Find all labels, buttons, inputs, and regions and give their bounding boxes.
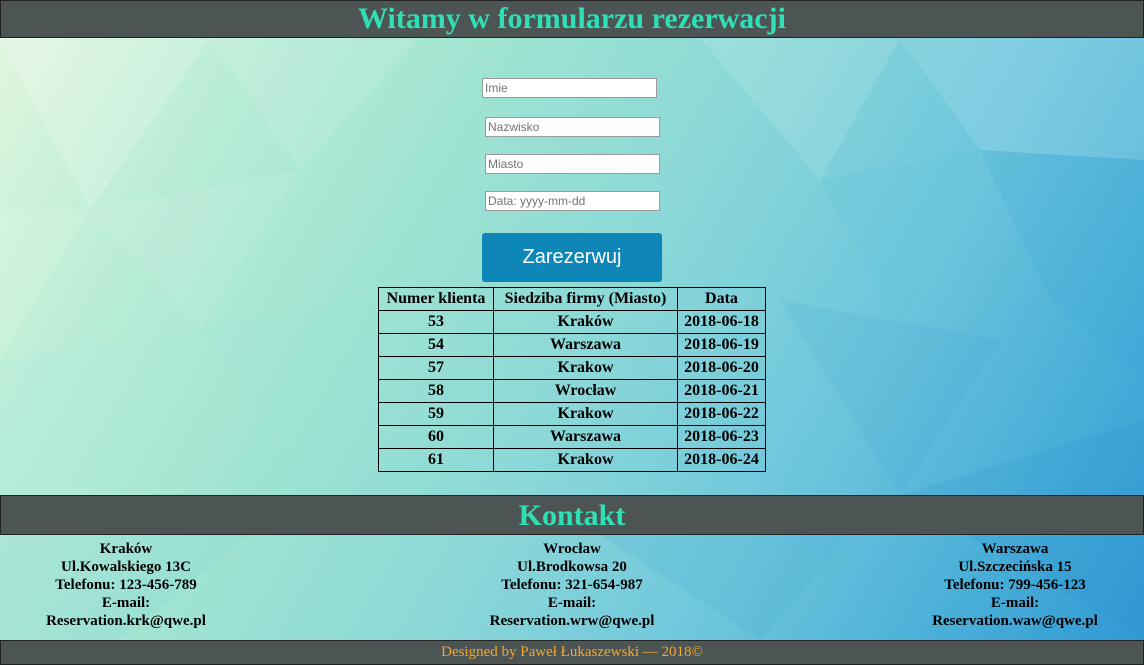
contact-address: Ul.Szczecińska 15: [958, 559, 1072, 575]
miasto-input[interactable]: [485, 154, 660, 174]
imie-input[interactable]: [482, 78, 657, 98]
table-row: 58 Wrocław 2018-06-21: [378, 379, 766, 403]
contact-wroclaw: Wrocław Ul.Brodkowsa 20 Telefonu: 321-65…: [452, 540, 692, 630]
cell-data: 2018-06-20: [677, 356, 766, 380]
contact-phone: Telefonu: 321-654-987: [501, 577, 643, 593]
table-row: 54 Warszawa 2018-06-19: [378, 333, 766, 357]
cell-data: 2018-06-18: [677, 310, 766, 334]
cell-numer-klienta: 60: [378, 425, 494, 449]
column-header-siedziba: Siedziba firmy (Miasto): [493, 287, 678, 311]
cell-numer-klienta: 53: [378, 310, 494, 334]
table-row: 60 Warszawa 2018-06-23: [378, 425, 766, 449]
page-title: Witamy w formularzu rezerwacji: [358, 2, 786, 35]
cell-siedziba: Kraków: [493, 310, 678, 334]
contact-email-label: E-mail:: [547, 595, 597, 611]
header-bar: Witamy w formularzu rezerwacji: [0, 0, 1144, 38]
cell-siedziba: Krakow: [493, 402, 678, 426]
cell-siedziba: Krakow: [493, 356, 678, 380]
table-row: 53 Kraków 2018-06-18: [378, 310, 766, 334]
contact-phone: Telefonu: 799-456-123: [944, 577, 1086, 593]
cell-siedziba: Warszawa: [493, 425, 678, 449]
table-header-row: Numer klienta Siedziba firmy (Miasto) Da…: [378, 287, 766, 311]
cell-numer-klienta: 58: [378, 379, 494, 403]
cell-data: 2018-06-22: [677, 402, 766, 426]
footer-bar: Designed by Paweł Łukaszewski — 2018©: [0, 640, 1144, 665]
zarezerwuj-button[interactable]: Zarezerwuj: [482, 233, 662, 282]
contact-phone: Telefonu: 123-456-789: [55, 577, 197, 593]
cell-data: 2018-06-24: [677, 448, 766, 472]
cell-data: 2018-06-21: [677, 379, 766, 403]
cell-numer-klienta: 61: [378, 448, 494, 472]
contact-city: Wrocław: [543, 541, 601, 557]
table-row: 61 Krakow 2018-06-24: [378, 448, 766, 472]
table-row: 57 Krakow 2018-06-20: [378, 356, 766, 380]
cell-siedziba: Warszawa: [493, 333, 678, 357]
contact-address: Ul.Brodkowsa 20: [517, 559, 627, 575]
cell-numer-klienta: 54: [378, 333, 494, 357]
contact-krakow: Kraków Ul.Kowalskiego 13C Telefonu: 123-…: [6, 540, 246, 630]
nazwisko-input[interactable]: [485, 117, 660, 137]
reservations-table: Numer klienta Siedziba firmy (Miasto) Da…: [378, 287, 766, 472]
footer-credit: Designed by Paweł Łukaszewski — 2018©: [441, 644, 703, 660]
cell-numer-klienta: 57: [378, 356, 494, 380]
cell-numer-klienta: 59: [378, 402, 494, 426]
column-header-numer-klienta: Numer klienta: [378, 287, 494, 311]
contact-email: Reservation.krk@qwe.pl: [46, 613, 206, 629]
cell-siedziba: Wrocław: [493, 379, 678, 403]
contact-city: Warszawa: [981, 541, 1049, 557]
contact-city: Kraków: [99, 541, 153, 557]
contact-address: Ul.Kowalskiego 13C: [60, 559, 191, 575]
table-row: 59 Krakow 2018-06-22: [378, 402, 766, 426]
contact-email: Reservation.wrw@qwe.pl: [489, 613, 655, 629]
kontakt-bar: Kontakt: [0, 495, 1144, 535]
kontakt-title: Kontakt: [518, 499, 626, 532]
cell-data: 2018-06-19: [677, 333, 766, 357]
contact-warszawa: Warszawa Ul.Szczecińska 15 Telefonu: 799…: [895, 540, 1135, 630]
contact-email-label: E-mail:: [101, 595, 151, 611]
contact-email-label: E-mail:: [990, 595, 1040, 611]
column-header-data: Data: [677, 287, 766, 311]
cell-siedziba: Krakow: [493, 448, 678, 472]
cell-data: 2018-06-23: [677, 425, 766, 449]
data-input[interactable]: [485, 191, 660, 211]
contact-email: Reservation.waw@qwe.pl: [932, 613, 1098, 629]
